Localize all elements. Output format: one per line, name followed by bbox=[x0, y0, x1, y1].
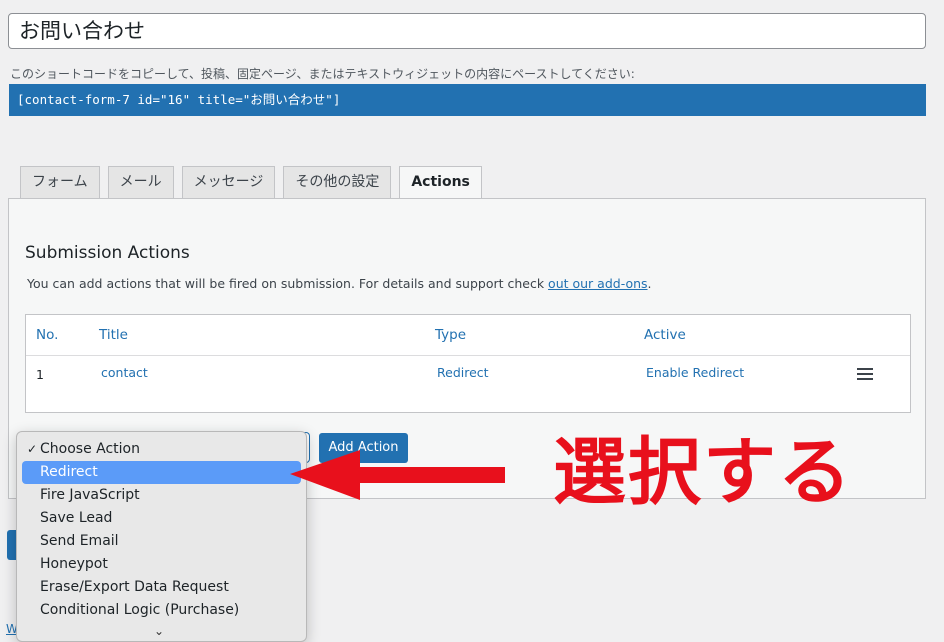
column-header-no: No. bbox=[36, 327, 59, 343]
addons-link[interactable]: out our add-ons bbox=[548, 276, 647, 291]
scroll-down-chevron-icon[interactable]: ⌄ bbox=[154, 624, 164, 638]
row-type: Redirect bbox=[437, 365, 489, 380]
dropdown-option-redirect[interactable]: Redirect bbox=[22, 461, 301, 484]
panel-description: You can add actions that will be fired o… bbox=[27, 276, 652, 291]
check-icon: ✓ bbox=[27, 442, 38, 456]
form-title-input[interactable]: お問い合わせ bbox=[8, 13, 926, 49]
action-dropdown-menu: ✓ Choose Action Redirect Fire JavaScript … bbox=[16, 431, 307, 642]
tab-messages[interactable]: メッセージ bbox=[181, 166, 276, 198]
dropdown-option-choose-action[interactable]: ✓ Choose Action bbox=[22, 438, 301, 461]
tab-actions[interactable]: Actions bbox=[399, 166, 482, 200]
column-header-type: Type bbox=[435, 327, 467, 343]
dropdown-option-erase-export[interactable]: Erase/Export Data Request bbox=[22, 576, 301, 599]
table-header: No. Title Type Active bbox=[26, 315, 910, 356]
tab-form[interactable]: フォーム bbox=[20, 166, 100, 198]
dropdown-option-save-lead[interactable]: Save Lead bbox=[22, 507, 301, 530]
tab-additional-settings[interactable]: その他の設定 bbox=[283, 166, 392, 198]
tab-mail[interactable]: メール bbox=[107, 166, 174, 198]
annotation-label: 選択する bbox=[553, 430, 853, 515]
dropdown-option-conditional-logic[interactable]: Conditional Logic (Purchase) bbox=[22, 599, 301, 622]
form-tabs: フォーム メール メッセージ その他の設定 Actions bbox=[20, 166, 482, 200]
actions-table: No. Title Type Active 1 contact Redirect… bbox=[25, 314, 911, 413]
column-header-active: Active bbox=[644, 327, 686, 343]
row-no: 1 bbox=[36, 367, 44, 382]
option-label: Choose Action bbox=[40, 441, 140, 457]
dropdown-option-honeypot[interactable]: Honeypot bbox=[22, 553, 301, 576]
panel-heading: Submission Actions bbox=[25, 243, 190, 263]
dropdown-option-fire-javascript[interactable]: Fire JavaScript bbox=[22, 484, 301, 507]
panel-description-text: You can add actions that will be fired o… bbox=[27, 276, 549, 291]
row-title-link[interactable]: contact bbox=[101, 365, 148, 380]
annotation-arrow-icon bbox=[290, 450, 505, 500]
shortcode-field[interactable]: [contact-form-7 id="16" title="お問い合わせ"] bbox=[9, 84, 926, 116]
row-active: Enable Redirect bbox=[646, 365, 745, 380]
shortcode-description: このショートコードをコピーして、投稿、固定ページ、またはテキストウィジェットの内… bbox=[10, 67, 635, 81]
column-header-title: Title bbox=[99, 327, 128, 343]
drag-handle-icon[interactable] bbox=[857, 368, 873, 383]
dropdown-option-send-email[interactable]: Send Email bbox=[22, 530, 301, 553]
panel-description-end: . bbox=[647, 276, 652, 291]
